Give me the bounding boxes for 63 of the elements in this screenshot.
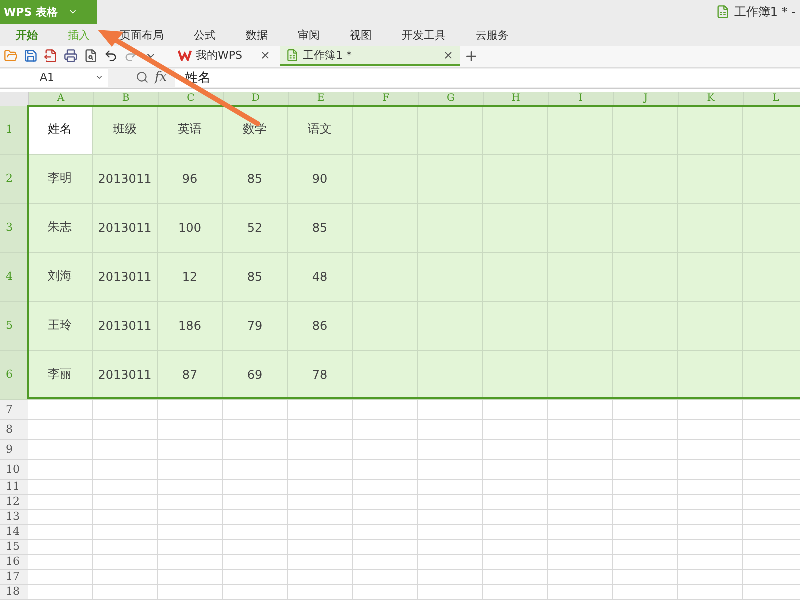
search-icon[interactable] bbox=[136, 71, 149, 84]
table-cell[interactable]: 78 bbox=[288, 350, 353, 399]
printer-icon[interactable] bbox=[62, 48, 79, 65]
table-cell[interactable]: 2013011 bbox=[93, 204, 158, 252]
table-cell[interactable]: 87 bbox=[158, 350, 223, 399]
ribbon-tab[interactable]: 公式 bbox=[194, 28, 216, 43]
table-cell[interactable]: 48 bbox=[288, 252, 353, 301]
table-cell[interactable]: 186 bbox=[158, 302, 223, 350]
row-header[interactable]: 14 bbox=[0, 524, 28, 539]
function-label[interactable]: fx bbox=[155, 70, 168, 86]
close-icon[interactable] bbox=[260, 50, 271, 61]
close-icon[interactable] bbox=[443, 50, 454, 61]
table-cell[interactable]: 李明 bbox=[28, 154, 93, 203]
table-cell[interactable]: 2013011 bbox=[93, 154, 158, 203]
export-icon[interactable] bbox=[42, 48, 59, 65]
table-cell[interactable]: 96 bbox=[158, 154, 223, 203]
ribbon-tab[interactable]: 页面布局 bbox=[120, 28, 164, 43]
row-header[interactable]: 9 bbox=[0, 440, 28, 459]
row-header[interactable]: 11 bbox=[0, 480, 28, 494]
name-box[interactable]: A1 bbox=[0, 68, 108, 87]
table-cell[interactable]: 69 bbox=[223, 350, 288, 399]
ribbon-tab[interactable]: 数据 bbox=[246, 28, 268, 43]
spreadsheet-icon bbox=[716, 5, 730, 19]
ribbon-tab[interactable]: 开始 bbox=[16, 28, 38, 43]
select-all-corner[interactable] bbox=[0, 92, 29, 106]
table-cell[interactable]: 85 bbox=[223, 154, 288, 203]
ribbon-tab[interactable]: 开发工具 bbox=[402, 28, 446, 43]
table-cell[interactable]: 79 bbox=[223, 302, 288, 350]
save-icon[interactable] bbox=[22, 48, 39, 65]
table-cell[interactable]: 2013011 bbox=[93, 252, 158, 301]
table-cell[interactable]: 2013011 bbox=[93, 302, 158, 350]
table-cell[interactable]: 王玲 bbox=[28, 302, 93, 350]
table-cell[interactable]: 李丽 bbox=[28, 350, 93, 399]
row-header[interactable]: 13 bbox=[0, 510, 28, 524]
row-header[interactable]: 15 bbox=[0, 540, 28, 554]
w-logo-icon bbox=[178, 50, 192, 61]
table-cell[interactable]: 英语 bbox=[158, 106, 223, 154]
ribbon-tab[interactable]: 审阅 bbox=[298, 28, 320, 43]
table-cell[interactable]: 85 bbox=[223, 252, 288, 301]
table-cell[interactable]: 86 bbox=[288, 302, 353, 350]
table-cell[interactable]: 刘海 bbox=[28, 252, 93, 301]
table-cell[interactable]: 朱志 bbox=[28, 204, 93, 252]
document-tab[interactable]: 工作簿1 * bbox=[280, 46, 460, 66]
ribbon-tab[interactable]: 视图 bbox=[350, 28, 372, 43]
table-cell[interactable]: 85 bbox=[288, 204, 353, 252]
spreadsheet-icon bbox=[286, 48, 299, 62]
row-header[interactable]: 7 bbox=[0, 400, 28, 419]
table-cell[interactable]: 90 bbox=[288, 154, 353, 203]
window-title: 工作簿1 * - bbox=[734, 4, 796, 20]
table-cell[interactable]: 2013011 bbox=[93, 350, 158, 399]
table-cell[interactable]: 班级 bbox=[93, 106, 158, 154]
document-tab[interactable]: 我的WPS bbox=[172, 46, 277, 66]
row-header[interactable]: 18 bbox=[0, 584, 28, 599]
ribbon-tab[interactable]: 云服务 bbox=[476, 28, 509, 43]
table-cell[interactable]: 52 bbox=[223, 204, 288, 252]
table-cell[interactable]: 12 bbox=[158, 252, 223, 301]
table-cell[interactable]: 语文 bbox=[288, 106, 353, 154]
table-cell[interactable]: 100 bbox=[158, 204, 223, 252]
row-header[interactable]: 10 bbox=[0, 460, 28, 479]
row-header[interactable]: 12 bbox=[0, 494, 28, 509]
row-header[interactable]: 8 bbox=[0, 420, 28, 439]
row-header[interactable]: 16 bbox=[0, 554, 28, 569]
row-header[interactable]: 17 bbox=[0, 570, 28, 584]
